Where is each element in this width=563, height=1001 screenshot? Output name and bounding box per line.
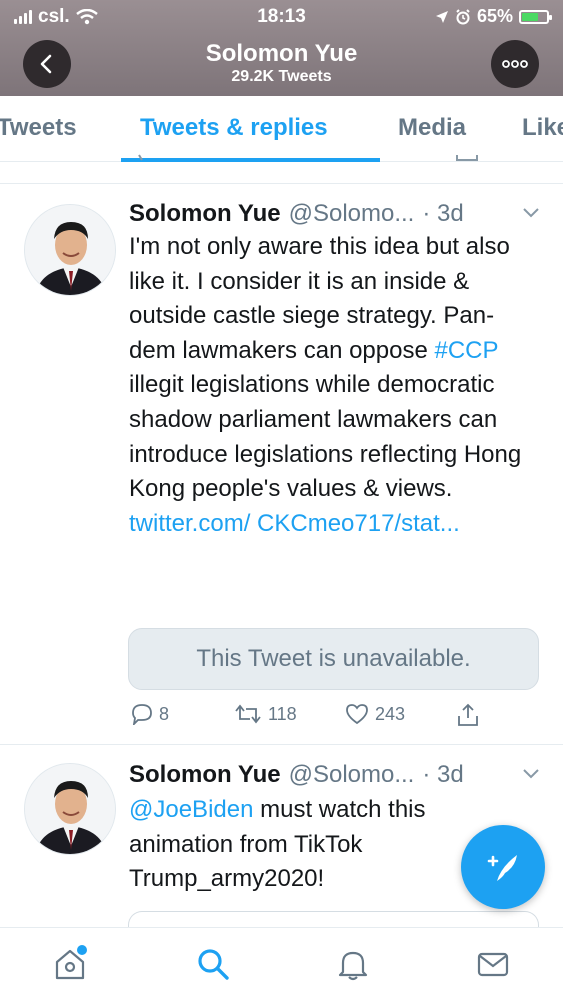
tab-tweets[interactable]: Tweets [0, 114, 77, 142]
like-count: 243 [375, 703, 406, 724]
retweet-button[interactable]: 118 [234, 703, 297, 725]
battery-icon [519, 9, 552, 24]
author-handle[interactable]: @Solomo... [289, 200, 415, 228]
profile-tabs: Tweets Tweets & replies Media Likes [0, 96, 563, 162]
author-name[interactable]: Solomon Yue [129, 200, 281, 228]
avatar[interactable] [24, 763, 116, 855]
chevron-down-icon[interactable] [523, 208, 539, 218]
tab-likes[interactable]: Likes [522, 114, 563, 142]
share-button[interactable] [456, 703, 480, 727]
header-tweet-count: 29.2K Tweets [231, 68, 332, 85]
profile-photo [25, 764, 115, 854]
profile-header: csl. 18:13 65% Solomon Yue 29.2K Tweets [0, 0, 563, 96]
compose-tweet-icon [487, 855, 517, 881]
compose-tweet-button[interactable] [461, 825, 545, 909]
tweet-time: · 3d [422, 200, 464, 227]
unavailable-quote: This Tweet is unavailable. [128, 628, 539, 690]
bottom-nav [0, 927, 563, 1001]
tweet-text: @JoeBiden must watch this animation from… [129, 793, 469, 897]
more-icon [502, 60, 528, 68]
tweet-time: · 3d [422, 761, 464, 788]
retweet-icon [235, 704, 261, 724]
tweet-actions: 8 118 243 [129, 703, 549, 733]
nav-notifications[interactable] [333, 944, 373, 984]
retweet-count: 118 [268, 703, 297, 724]
tweet[interactable]: Solomon Yue @Solomo... · 3d I'm not only… [0, 184, 563, 744]
notification-dot [77, 945, 87, 955]
header-title: Solomon Yue [205, 40, 358, 67]
reply-icon [132, 704, 152, 725]
previous-tweet-actions [0, 154, 563, 182]
chevron-down-icon[interactable] [523, 769, 539, 779]
tweet-text: I'm not only aware this idea but also li… [129, 230, 539, 541]
tab-tweets-replies[interactable]: Tweets & replies [140, 114, 328, 142]
mention-link[interactable]: @JoeBiden [129, 796, 253, 823]
share-icon [458, 703, 478, 726]
avatar[interactable] [24, 204, 116, 296]
profile-photo [25, 205, 115, 295]
heart-icon [346, 704, 368, 725]
messages-icon [477, 952, 509, 977]
status-right: 65% [435, 6, 552, 27]
nav-home[interactable] [50, 944, 90, 984]
share-icon [456, 155, 478, 161]
url-link[interactable]: twitter.com/ CKCmeo717/stat... [129, 510, 460, 537]
location-icon [435, 10, 448, 23]
tweet-header: Solomon Yue @Solomo... · 3d [129, 761, 464, 789]
reply-icon [138, 154, 143, 161]
like-button[interactable]: 243 [345, 703, 405, 725]
tab-media[interactable]: Media [398, 114, 466, 142]
hashtag-link[interactable]: #CCP [434, 337, 498, 364]
reply-count: 8 [159, 703, 170, 724]
nav-messages[interactable] [473, 944, 513, 984]
tweet-header: Solomon Yue @Solomo... · 3d [129, 200, 464, 228]
nav-search[interactable] [193, 944, 233, 984]
reply-button[interactable]: 8 [131, 703, 169, 725]
author-handle[interactable]: @Solomo... [289, 761, 415, 789]
status-bar: csl. 18:13 65% [0, 0, 563, 34]
search-icon [198, 949, 229, 980]
battery-percent: 65% [476, 6, 513, 26]
alarm-icon [456, 8, 470, 24]
author-name[interactable]: Solomon Yue [129, 761, 281, 789]
notifications-icon [338, 951, 368, 981]
more-button[interactable] [491, 40, 539, 88]
text-segment: illegit legislations while democratic sh… [129, 371, 522, 503]
